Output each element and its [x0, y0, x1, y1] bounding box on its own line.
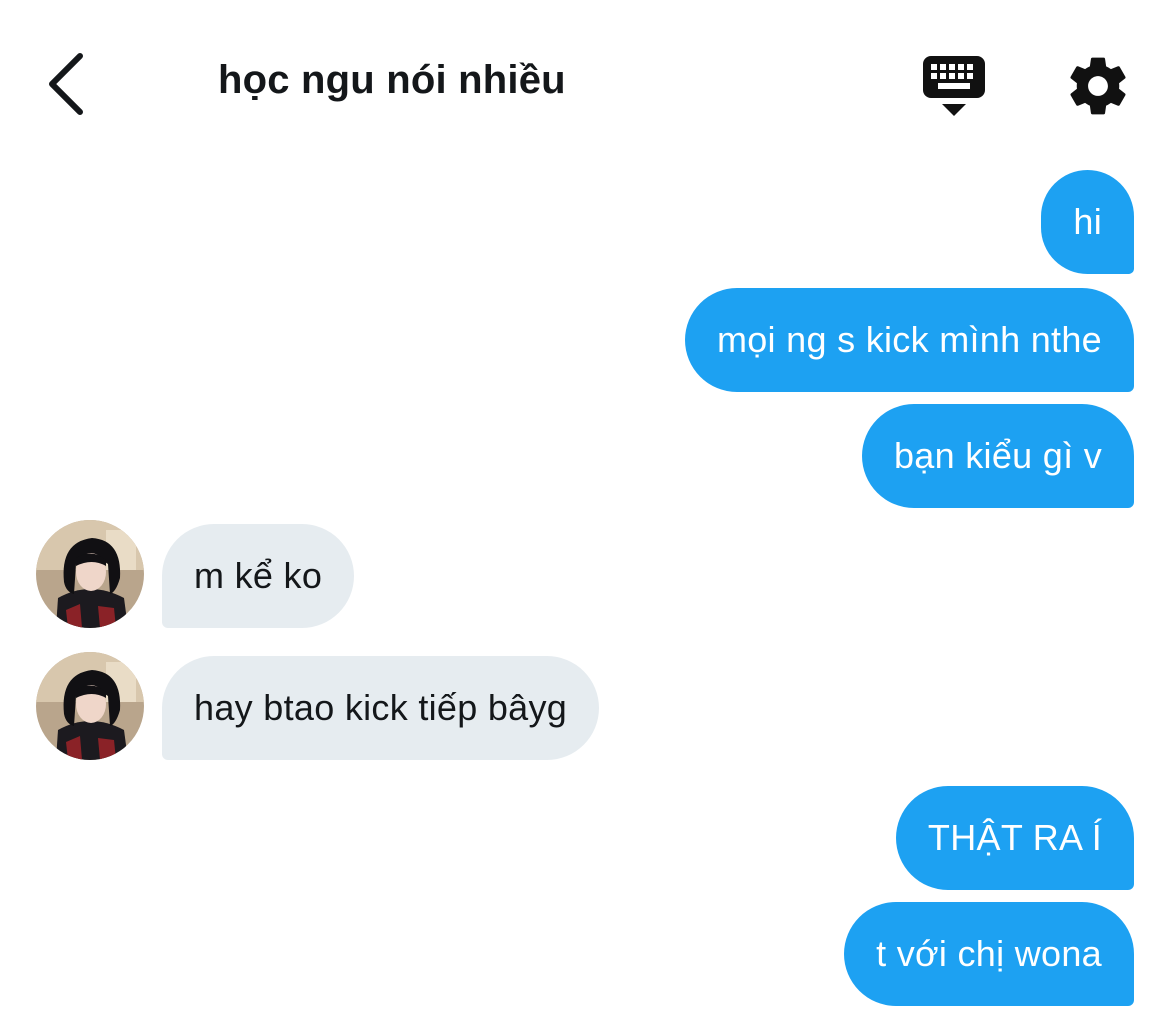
outgoing-message[interactable]: hi [1041, 170, 1134, 274]
outgoing-message[interactable]: mọi ng s kick mình nthe [684, 288, 1134, 392]
outgoing-message[interactable]: t với chị wona [844, 902, 1134, 1006]
profile-photo-icon [36, 520, 144, 628]
outgoing-message[interactable]: bạn kiểu gì v [861, 404, 1134, 508]
outgoing-message[interactable]: THẬT RA Í [895, 786, 1134, 890]
avatar[interactable] [36, 520, 144, 628]
profile-photo-icon [36, 652, 144, 760]
incoming-message[interactable]: m kể ko [162, 524, 355, 628]
avatar[interactable] [36, 652, 144, 760]
message-thread: hi mọi ng s kick mình nthe bạn kiểu gì v… [0, 0, 1170, 1022]
incoming-message[interactable]: hay btao kick tiếp bâyg [162, 656, 600, 760]
